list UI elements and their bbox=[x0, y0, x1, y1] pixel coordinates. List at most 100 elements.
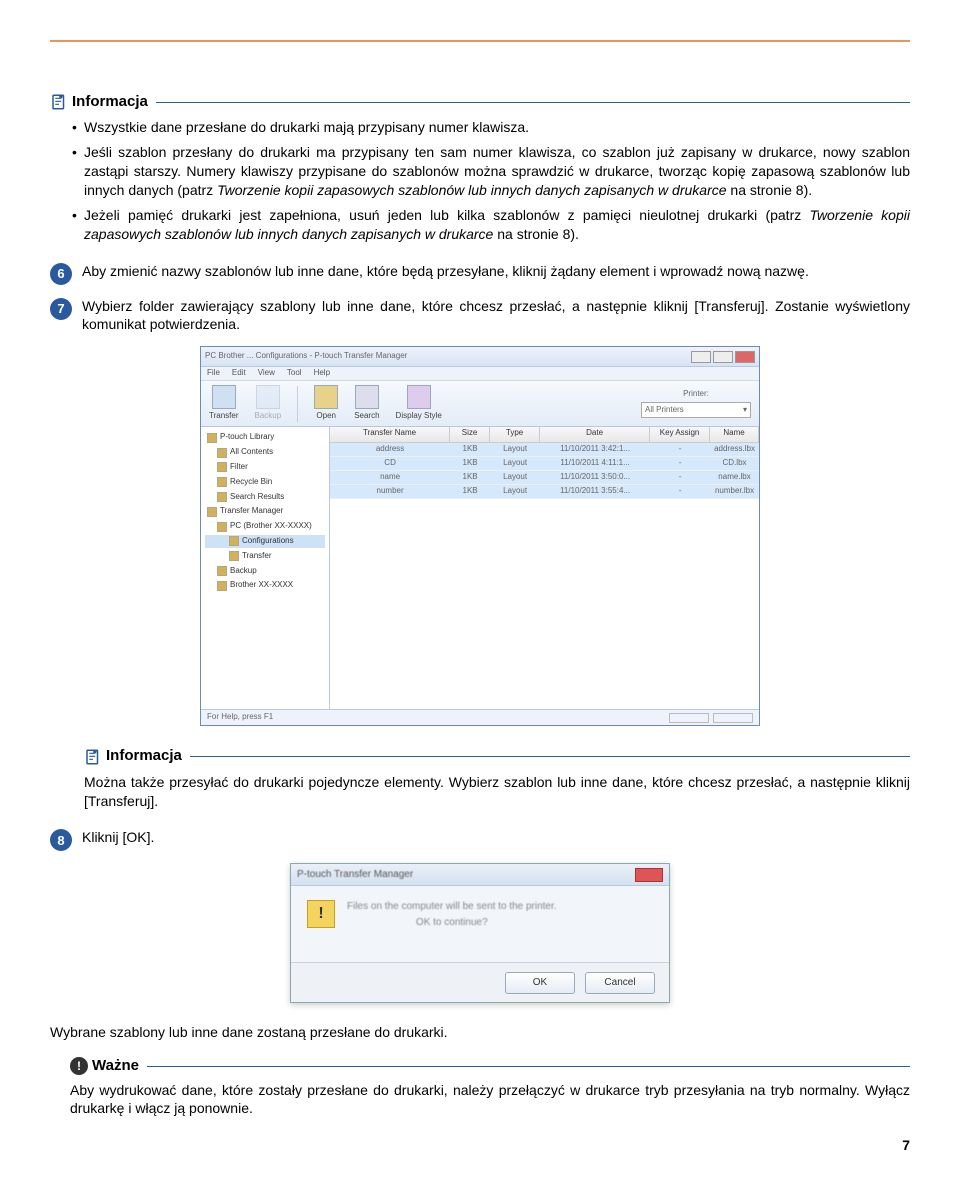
printer-combo[interactable]: All Printers▾ bbox=[641, 402, 751, 418]
step-6: 6 Aby zmienić nazwy szablonów lub inne d… bbox=[50, 262, 910, 285]
window-title: PC Brother ... Configurations - P-touch … bbox=[205, 351, 407, 362]
tree-item[interactable]: PC (Brother XX-XXXX) bbox=[205, 520, 325, 533]
folder-icon bbox=[229, 536, 239, 546]
tree-item[interactable]: All Contents bbox=[205, 446, 325, 459]
tree-item[interactable]: Transfer Manager bbox=[205, 505, 325, 518]
tree-label: Backup bbox=[230, 566, 257, 577]
transfer-icon bbox=[212, 385, 236, 409]
list-row[interactable]: address1KBLayout11/10/2011 3:42:1...-add… bbox=[330, 443, 759, 457]
tree-item[interactable]: P-touch Library bbox=[205, 431, 325, 444]
toolbar-transfer[interactable]: Transfer bbox=[209, 385, 239, 422]
step-text: Wybierz folder zawierający szablony lub … bbox=[82, 297, 910, 335]
list-cell: - bbox=[650, 443, 710, 456]
tree-label: All Contents bbox=[230, 447, 273, 458]
list-cell: number bbox=[330, 485, 450, 498]
list-row[interactable]: CD1KBLayout11/10/2011 4:11:1...-CD.lbx bbox=[330, 457, 759, 471]
important-title: Ważne bbox=[92, 1056, 139, 1076]
bullet-item: Jeżeli pamięć drukarki jest zapełniona, … bbox=[72, 206, 910, 244]
col-transfer-name[interactable]: Transfer Name bbox=[330, 427, 450, 442]
step-number: 7 bbox=[50, 298, 72, 320]
list-row[interactable]: number1KBLayout11/10/2011 3:55:4...-numb… bbox=[330, 485, 759, 499]
list-cell: name bbox=[330, 471, 450, 484]
note-header: Informacja bbox=[50, 92, 910, 112]
dialog-text: Files on the computer will be sent to th… bbox=[347, 900, 557, 929]
col-date[interactable]: Date bbox=[540, 427, 650, 442]
tree-item[interactable]: Backup bbox=[205, 565, 325, 578]
menubar: File Edit View Tool Help bbox=[201, 367, 759, 381]
list-cell: number.lbx bbox=[710, 485, 759, 498]
tree-item[interactable]: Filter bbox=[205, 461, 325, 474]
note-rule bbox=[190, 756, 910, 757]
list-cell: - bbox=[650, 485, 710, 498]
list-cell: 1KB bbox=[450, 471, 490, 484]
note-info-2: Informacja Można także przesyłać do druk… bbox=[84, 746, 910, 810]
list-cell: address bbox=[330, 443, 450, 456]
close-button[interactable] bbox=[635, 868, 663, 882]
screenshot-dialog: P-touch Transfer Manager Files on the co… bbox=[50, 863, 910, 1003]
dialog-title: P-touch Transfer Manager bbox=[297, 868, 413, 882]
chevron-down-icon: ▾ bbox=[743, 405, 747, 416]
screenshot-transfer-manager: PC Brother ... Configurations - P-touch … bbox=[50, 346, 910, 726]
status-box bbox=[713, 713, 753, 723]
tree-panel: P-touch Library All Contents Filter Recycle… bbox=[201, 427, 330, 709]
col-type[interactable]: Type bbox=[490, 427, 540, 442]
toolbar-display-style[interactable]: Display Style bbox=[396, 385, 442, 422]
folder-icon bbox=[217, 462, 227, 472]
note-bullets: Wszystkie dane przesłane do drukarki maj… bbox=[50, 118, 910, 243]
menu-file[interactable]: File bbox=[207, 368, 220, 379]
display-style-icon bbox=[407, 385, 431, 409]
menu-help[interactable]: Help bbox=[314, 368, 330, 379]
menu-view[interactable]: View bbox=[258, 368, 275, 379]
top-rule bbox=[50, 40, 910, 42]
note-header: Informacja bbox=[84, 746, 910, 766]
tree-label: P-touch Library bbox=[220, 432, 274, 443]
list-cell: Layout bbox=[490, 485, 540, 498]
list-cell: Layout bbox=[490, 457, 540, 470]
close-button[interactable] bbox=[735, 351, 755, 363]
tree-item[interactable]: Recycle Bin bbox=[205, 476, 325, 489]
bullet-item: Wszystkie dane przesłane do drukarki maj… bbox=[72, 118, 910, 137]
toolbar-search[interactable]: Search bbox=[354, 385, 379, 422]
note-text: Można także przesyłać do drukarki pojedy… bbox=[84, 773, 910, 811]
menu-tool[interactable]: Tool bbox=[287, 368, 302, 379]
folder-icon bbox=[217, 566, 227, 576]
dialog-titlebar: P-touch Transfer Manager bbox=[291, 864, 669, 886]
step-number: 6 bbox=[50, 263, 72, 285]
tree-label: Configurations bbox=[242, 536, 294, 547]
exclamation-icon: ! bbox=[70, 1057, 88, 1075]
col-name[interactable]: Name bbox=[710, 427, 759, 442]
step-number: 8 bbox=[50, 829, 72, 851]
tree-item[interactable]: Configurations bbox=[205, 535, 325, 548]
important-header: ! Ważne bbox=[70, 1056, 910, 1076]
list-cell: name.lbx bbox=[710, 471, 759, 484]
note-info-1: Informacja Wszystkie dane przesłane do d… bbox=[50, 92, 910, 244]
toolbar-backup[interactable]: Backup bbox=[255, 385, 282, 422]
list-cell: CD bbox=[330, 457, 450, 470]
app-window: PC Brother ... Configurations - P-touch … bbox=[200, 346, 760, 726]
cancel-button[interactable]: Cancel bbox=[585, 972, 655, 994]
list-cell: 1KB bbox=[450, 457, 490, 470]
list-cell: Layout bbox=[490, 471, 540, 484]
page-number: 7 bbox=[50, 1136, 910, 1155]
ok-button[interactable]: OK bbox=[505, 972, 575, 994]
warning-icon bbox=[307, 900, 335, 928]
tree-label: Brother XX-XXXX bbox=[230, 580, 293, 591]
note-icon bbox=[84, 748, 102, 766]
search-icon bbox=[355, 385, 379, 409]
toolbar-open[interactable]: Open bbox=[314, 385, 338, 422]
list-cell: - bbox=[650, 471, 710, 484]
tree-item[interactable]: Brother XX-XXXX bbox=[205, 579, 325, 592]
maximize-button[interactable] bbox=[713, 351, 733, 363]
tree-item[interactable]: Transfer bbox=[205, 550, 325, 563]
tree-item[interactable]: Search Results bbox=[205, 491, 325, 504]
col-size[interactable]: Size bbox=[450, 427, 490, 442]
menu-edit[interactable]: Edit bbox=[232, 368, 246, 379]
tree-label: PC (Brother XX-XXXX) bbox=[230, 521, 312, 532]
printer-selector: Printer: All Printers▾ bbox=[641, 389, 751, 418]
statusbar: For Help, press F1 bbox=[201, 709, 759, 725]
backup-icon bbox=[256, 385, 280, 409]
minimize-button[interactable] bbox=[691, 351, 711, 363]
col-key-assign[interactable]: Key Assign bbox=[650, 427, 710, 442]
list-row[interactable]: name1KBLayout11/10/2011 3:50:0...-name.l… bbox=[330, 471, 759, 485]
note-title: Informacja bbox=[106, 746, 182, 766]
